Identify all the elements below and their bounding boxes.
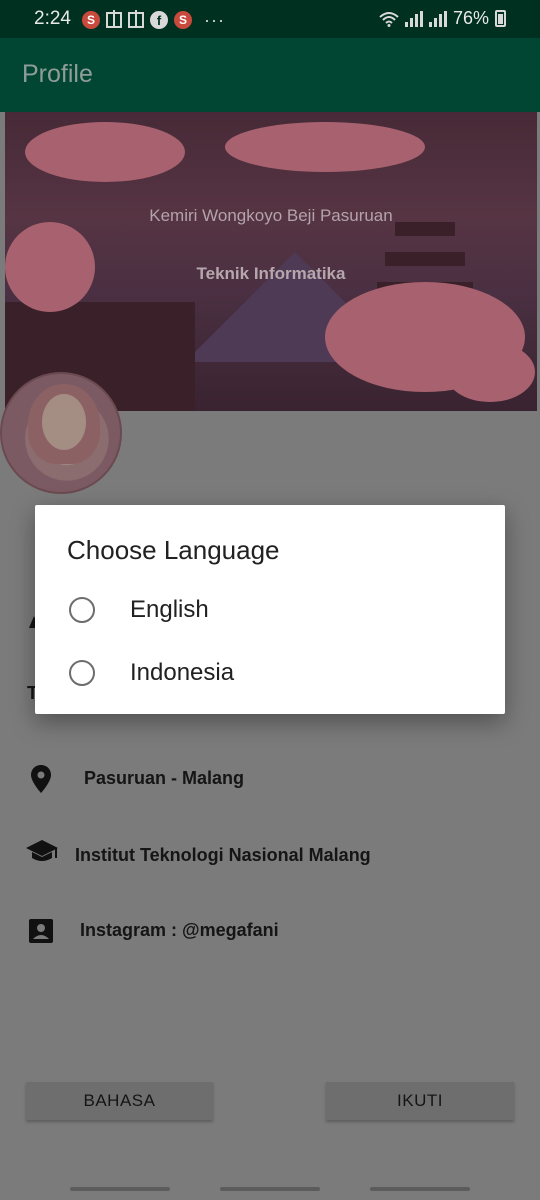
bahasa-button[interactable]: BAHASA [26,1082,213,1120]
contact-card-icon [29,919,53,943]
header-address: Kemiri Wongkoyo Beji Pasuruan [149,206,393,225]
facebook-icon: f [150,11,168,29]
more-notifications-icon: ··· [204,9,225,30]
status-bar: 2:24 S f S ··· 76% [0,0,540,38]
avatar-face [42,394,86,450]
avatar [0,372,122,494]
system-status-icons: 76% [379,8,506,29]
radio-button-icon[interactable] [69,660,95,686]
s-app-icon: S [174,11,192,29]
info-row-instagram: Instagram : @megafani [0,912,540,952]
wifi-icon [379,11,399,27]
info-row-school: Institut Teknologi Nasional Malang [0,835,540,875]
graduation-cap-icon [26,840,58,861]
gift-icon [106,10,122,28]
s-app-icon: S [82,11,100,29]
dialog-title: Choose Language [67,535,280,565]
language-dialog: Choose Language English Indonesia [35,505,505,714]
school-text: Institut Teknologi Nasional Malang [75,845,371,865]
info-row-location: Pasuruan - Malang [0,760,540,800]
signal-icon [428,10,447,27]
status-time: 2:24 [34,8,71,29]
blossom-cluster [225,122,425,172]
location-pin-icon [31,765,51,793]
language-option-english[interactable]: English [35,581,505,637]
app-bar: Profile [0,38,540,112]
nav-handle[interactable] [370,1187,470,1191]
header-department: Teknik Informatika [196,264,346,283]
battery-percent: 76% [452,8,489,28]
battery-icon [495,10,506,27]
blossom-cluster [25,122,185,182]
signal-icon [404,10,423,27]
location-text: Pasuruan - Malang [84,768,245,788]
instagram-text: Instagram : @megafani [80,920,279,940]
nav-handle[interactable] [220,1187,320,1191]
notification-icons: S f S ··· [82,9,225,31]
option-label: Indonesia [130,659,235,686]
gift-icon [128,10,144,28]
language-option-indonesia[interactable]: Indonesia [35,644,505,700]
nav-handle[interactable] [70,1187,170,1191]
ikuti-button[interactable]: IKUTI [326,1082,514,1120]
blossom-cluster [445,342,535,402]
header-image: Kemiri Wongkoyo Beji Pasuruan Teknik Inf… [5,112,537,411]
option-label: English [130,596,209,623]
radio-button-icon[interactable] [69,597,95,623]
page-title: Profile [22,60,93,88]
